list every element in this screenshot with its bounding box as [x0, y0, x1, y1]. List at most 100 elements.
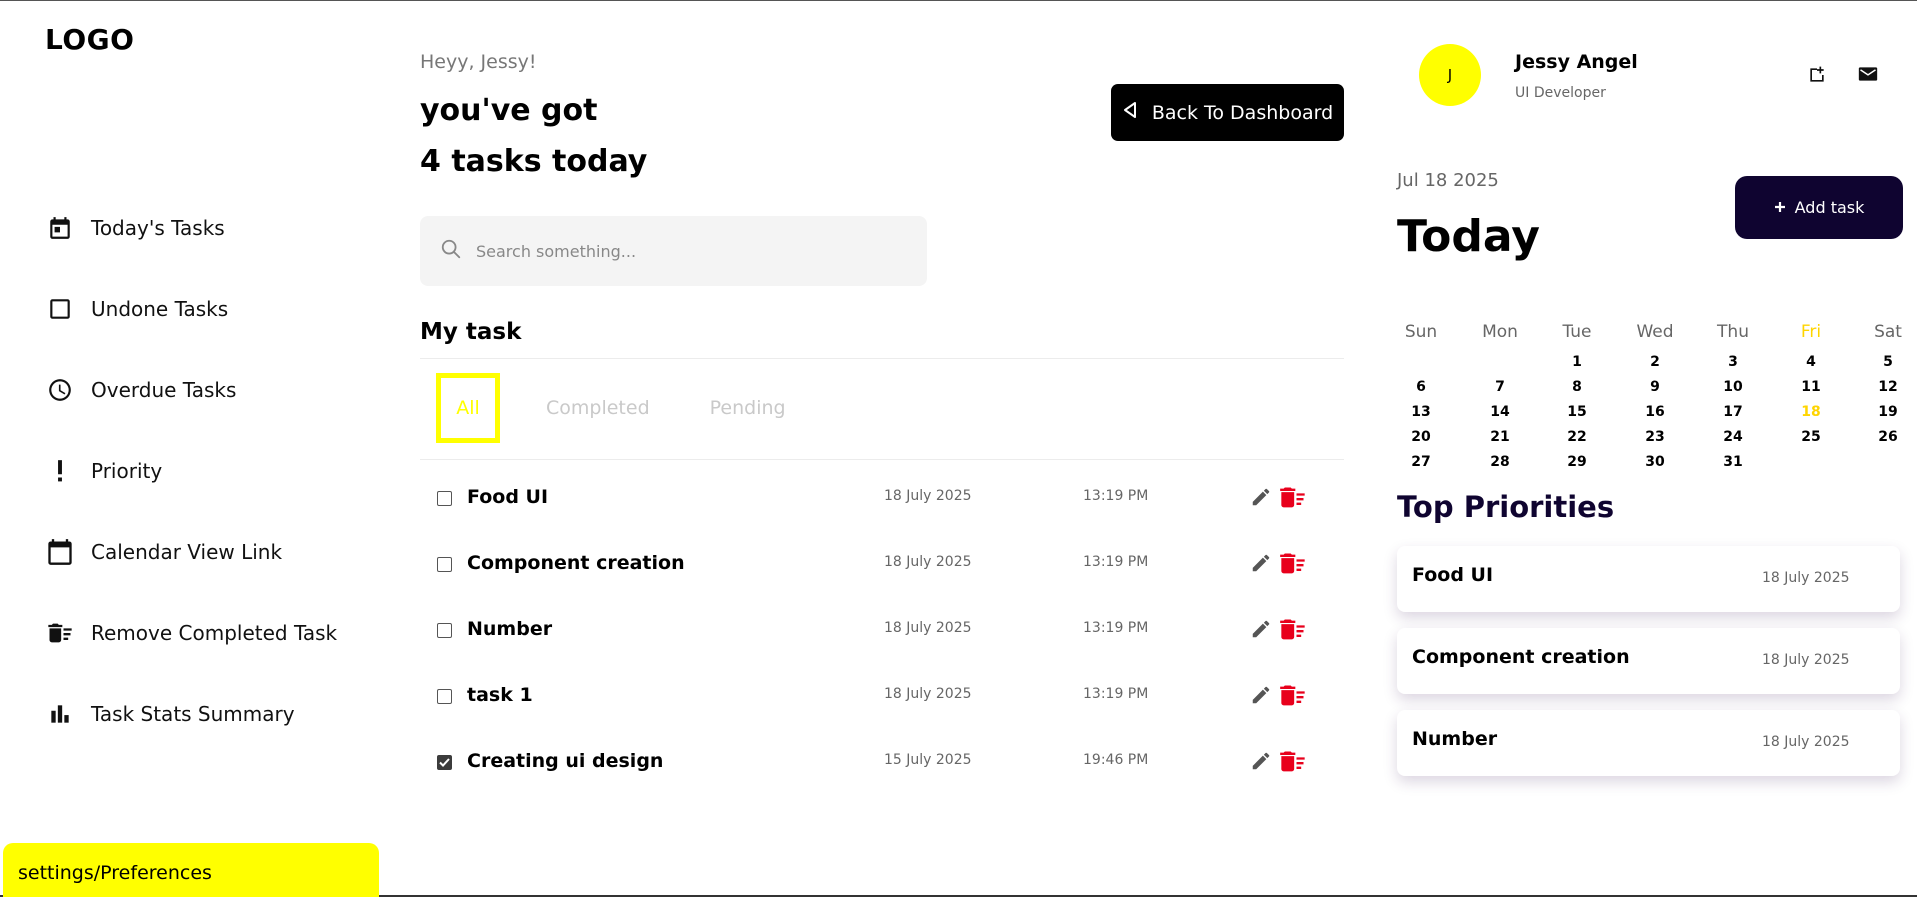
- task-title: Creating ui design: [467, 750, 664, 772]
- calendar-weekday: Tue: [1562, 322, 1592, 342]
- bar-chart-icon: [45, 699, 75, 729]
- calendar-day[interactable]: 4: [1791, 354, 1831, 370]
- edit-pencil-icon[interactable]: [1250, 750, 1272, 776]
- calendar-day[interactable]: 14: [1480, 404, 1520, 420]
- calendar-day[interactable]: 31: [1713, 454, 1753, 470]
- edit-pencil-icon[interactable]: [1250, 552, 1272, 578]
- edit-pencil-icon[interactable]: [1250, 486, 1272, 512]
- task-row[interactable]: Component creation 18 July 2025 13:19 PM: [420, 538, 1344, 604]
- calendar-day[interactable]: 16: [1635, 404, 1675, 420]
- mail-icon[interactable]: [1858, 65, 1878, 87]
- calendar-day[interactable]: 26: [1868, 429, 1908, 445]
- sidebar-item-remove-completed-task[interactable]: Remove Completed Task: [45, 592, 337, 673]
- calendar-day[interactable]: 8: [1557, 379, 1597, 395]
- add-task-button[interactable]: Add task: [1735, 176, 1903, 239]
- task-checkbox[interactable]: [437, 755, 452, 770]
- calendar-day[interactable]: 22: [1557, 429, 1597, 445]
- exclamation-icon: [45, 456, 75, 486]
- calendar-day[interactable]: 15: [1557, 404, 1597, 420]
- calendar-day[interactable]: 13: [1401, 404, 1441, 420]
- divider: [420, 358, 1344, 359]
- calendar-day[interactable]: 17: [1713, 404, 1753, 420]
- calendar-day[interactable]: 18: [1791, 404, 1831, 420]
- calendar-day[interactable]: 21: [1480, 429, 1520, 445]
- search-bar[interactable]: [420, 216, 927, 286]
- calendar-icon: [45, 537, 75, 567]
- my-task-title: My task: [420, 319, 522, 345]
- task-date: 18 July 2025: [884, 488, 972, 504]
- priority-date: 18 July 2025: [1762, 734, 1850, 750]
- sidebar-item-task-stats-summary[interactable]: Task Stats Summary: [45, 673, 337, 754]
- task-row[interactable]: Number 18 July 2025 13:19 PM: [420, 604, 1344, 670]
- sidebar-item-todays-tasks[interactable]: Today's Tasks: [45, 187, 337, 268]
- calendar-day[interactable]: 7: [1480, 379, 1520, 395]
- back-arrow-icon: [1122, 101, 1138, 124]
- task-row[interactable]: task 1 18 July 2025 13:19 PM: [420, 670, 1344, 736]
- delete-sweep-icon[interactable]: [1279, 749, 1307, 779]
- calendar-day[interactable]: 6: [1401, 379, 1441, 395]
- calendar-day[interactable]: 1: [1557, 354, 1597, 370]
- priority-name: Food UI: [1412, 564, 1494, 586]
- edit-pencil-icon[interactable]: [1250, 684, 1272, 710]
- task-checkbox[interactable]: [437, 623, 452, 638]
- task-time: 13:19 PM: [1083, 686, 1149, 702]
- priority-date: 18 July 2025: [1762, 652, 1850, 668]
- priority-card[interactable]: Component creation 18 July 2025: [1397, 628, 1900, 694]
- back-button-label: Back To Dashboard: [1151, 101, 1334, 124]
- share-icon[interactable]: [1807, 65, 1827, 89]
- tab-all[interactable]: All: [436, 373, 500, 443]
- calendar-day[interactable]: 10: [1713, 379, 1753, 395]
- calendar-day[interactable]: 30: [1635, 454, 1675, 470]
- task-date: 18 July 2025: [884, 554, 972, 570]
- sidebar-item-overdue-tasks[interactable]: Overdue Tasks: [45, 349, 337, 430]
- priority-name: Number: [1412, 728, 1498, 750]
- task-tabs: All Completed Pending: [436, 373, 786, 443]
- task-row[interactable]: Creating ui design 15 July 2025 19:46 PM: [420, 736, 1344, 802]
- calendar-day[interactable]: 11: [1791, 379, 1831, 395]
- tab-completed[interactable]: Completed: [546, 397, 650, 419]
- task-row[interactable]: Food UI 18 July 2025 13:19 PM: [420, 472, 1344, 538]
- back-to-dashboard-button[interactable]: Back To Dashboard: [1111, 84, 1344, 141]
- user-name: Jessy Angel: [1515, 51, 1638, 73]
- calendar-day[interactable]: 19: [1868, 404, 1908, 420]
- priority-card[interactable]: Number 18 July 2025: [1397, 710, 1900, 776]
- calendar-day[interactable]: 5: [1868, 354, 1908, 370]
- calendar-day[interactable]: 2: [1635, 354, 1675, 370]
- sidebar-item-label: Undone Tasks: [91, 296, 229, 321]
- calendar-weekday: Mon: [1482, 322, 1518, 342]
- task-checkbox[interactable]: [437, 491, 452, 506]
- task-time: 19:46 PM: [1083, 752, 1149, 768]
- tab-pending[interactable]: Pending: [710, 397, 786, 419]
- search-input[interactable]: [476, 241, 896, 261]
- calendar-day[interactable]: 20: [1401, 429, 1441, 445]
- delete-sweep-icon[interactable]: [1279, 551, 1307, 581]
- calendar-day[interactable]: 27: [1401, 454, 1441, 470]
- calendar-day[interactable]: 29: [1557, 454, 1597, 470]
- delete-sweep-icon[interactable]: [1279, 485, 1307, 515]
- delete-sweep-icon[interactable]: [1279, 683, 1307, 713]
- logo[interactable]: LOGO: [45, 23, 134, 56]
- calendar-weekday: Thu: [1717, 322, 1749, 342]
- calendar-day[interactable]: 3: [1713, 354, 1753, 370]
- sidebar-item-priority[interactable]: Priority: [45, 430, 337, 511]
- edit-pencil-icon[interactable]: [1250, 618, 1272, 644]
- sidebar-item-undone-tasks[interactable]: Undone Tasks: [45, 268, 337, 349]
- sidebar-nav: Today's Tasks Undone Tasks Overdue Tasks…: [45, 187, 337, 754]
- calendar-day[interactable]: 9: [1635, 379, 1675, 395]
- task-date: 18 July 2025: [884, 620, 972, 636]
- sidebar-item-calendar-view-link[interactable]: Calendar View Link: [45, 511, 337, 592]
- calendar-day[interactable]: 25: [1791, 429, 1831, 445]
- calendar-day[interactable]: 12: [1868, 379, 1908, 395]
- avatar[interactable]: J: [1419, 44, 1481, 106]
- calendar-day[interactable]: 28: [1480, 454, 1520, 470]
- priority-card[interactable]: Food UI 18 July 2025: [1397, 546, 1900, 612]
- calendar-day[interactable]: 23: [1635, 429, 1675, 445]
- current-date: Jul 18 2025: [1397, 170, 1499, 191]
- task-checkbox[interactable]: [437, 557, 452, 572]
- today-title: Today: [1397, 211, 1540, 262]
- settings-preferences-button[interactable]: settings/Preferences: [3, 843, 379, 897]
- task-checkbox[interactable]: [437, 689, 452, 704]
- calendar-day[interactable]: 24: [1713, 429, 1753, 445]
- delete-sweep-icon[interactable]: [1279, 617, 1307, 647]
- task-title: Number: [467, 618, 553, 640]
